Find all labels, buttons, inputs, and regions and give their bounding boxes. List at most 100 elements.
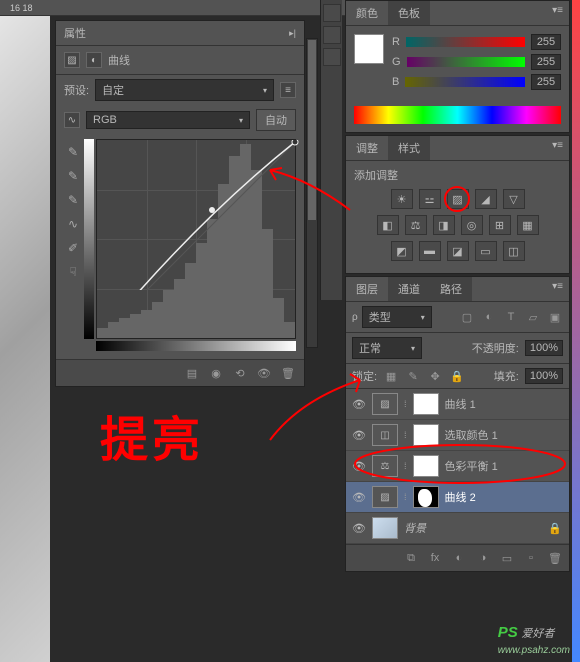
hand-icon[interactable]: ☟: [64, 263, 82, 281]
preset-select[interactable]: 自定 ▾: [95, 79, 274, 101]
adj-thumb: ▨: [372, 486, 398, 508]
visibility-icon[interactable]: 👁: [352, 429, 366, 442]
link-icon: ⁞: [404, 399, 407, 409]
curves-graph[interactable]: [96, 139, 296, 339]
posterize-icon[interactable]: ▬: [419, 241, 441, 261]
auto-button[interactable]: 自动: [256, 109, 296, 131]
panel-menu-icon[interactable]: ▾≡: [546, 277, 569, 301]
filter-pixel-icon[interactable]: ▢: [459, 309, 475, 325]
reset-icon[interactable]: ⟲: [232, 366, 248, 380]
r-slider[interactable]: [406, 37, 525, 47]
channel-select[interactable]: RGB ▾: [86, 111, 250, 129]
panel-menu-icon[interactable]: ▾≡: [546, 136, 569, 160]
vibrance-icon[interactable]: ▽: [503, 189, 525, 209]
tab-swatches[interactable]: 色板: [388, 1, 430, 25]
curves-adj-icon[interactable]: ▨: [447, 189, 469, 209]
dock-icon[interactable]: [323, 26, 341, 44]
collapse-icon[interactable]: ▸|: [289, 28, 296, 39]
trash-icon[interactable]: 🗑: [547, 551, 563, 565]
visibility-icon[interactable]: 👁: [352, 398, 366, 411]
mask-icon[interactable]: ◐: [451, 551, 467, 565]
tab-adjustments[interactable]: 调整: [346, 136, 388, 160]
fill-value[interactable]: 100%: [525, 368, 563, 384]
filter-shape-icon[interactable]: ▱: [525, 309, 541, 325]
layer-row[interactable]: 👁 背景 🔒: [346, 513, 569, 544]
g-label: G: [392, 56, 401, 68]
filter-type-icon[interactable]: T: [503, 309, 519, 325]
layer-row[interactable]: 👁 ⚖ ⁞ 色彩平衡 1: [346, 451, 569, 482]
trash-icon[interactable]: 🗑: [280, 366, 296, 380]
opacity-value[interactable]: 100%: [525, 340, 563, 356]
preset-menu-icon[interactable]: ≡: [280, 82, 296, 98]
curves-tools: ✎ ✎ ✎ ∿ ✐ ☟: [64, 139, 84, 351]
dock-icon[interactable]: [323, 48, 341, 66]
filter-kind-select[interactable]: 类型▾: [362, 306, 432, 328]
lock-all-icon[interactable]: 🔒: [449, 368, 465, 384]
hue-icon[interactable]: ◧: [377, 215, 399, 235]
r-value[interactable]: 255: [531, 34, 561, 50]
visibility-icon[interactable]: 👁: [352, 491, 366, 504]
lock-trans-icon[interactable]: ▦: [383, 368, 399, 384]
exposure-icon[interactable]: ◢: [475, 189, 497, 209]
threshold-icon[interactable]: ◪: [447, 241, 469, 261]
colorlookup-icon[interactable]: ▦: [517, 215, 539, 235]
dock-icon[interactable]: [323, 4, 341, 22]
eyedropper-gray-icon[interactable]: ✎: [64, 167, 82, 185]
adjustments-panel: 调整 样式 ▾≡ 添加调整 ☀ ⚍ ▨ ◢ ▽ ◧ ⚖ ◨ ◎ ⊞ ▦ ◩: [345, 135, 570, 274]
tab-layers[interactable]: 图层: [346, 277, 388, 301]
visibility-icon[interactable]: 👁: [352, 522, 366, 535]
g-slider[interactable]: [407, 57, 525, 67]
new-layer-icon[interactable]: ▫: [523, 551, 539, 565]
curves-editor: ✎ ✎ ✎ ∿ ✐ ☟: [56, 135, 304, 359]
bw-icon[interactable]: ◨: [433, 215, 455, 235]
clip-icon[interactable]: ▤: [184, 366, 200, 380]
lock-pos-icon[interactable]: ✥: [427, 368, 443, 384]
g-value[interactable]: 255: [531, 54, 561, 70]
filter-smart-icon[interactable]: ▣: [547, 309, 563, 325]
panel-menu-icon[interactable]: ▾≡: [546, 1, 569, 25]
edit-points-icon[interactable]: ∿: [64, 215, 82, 233]
mask-thumb[interactable]: [413, 455, 439, 477]
lock-pixels-icon[interactable]: ✎: [405, 368, 421, 384]
filter-adj-icon[interactable]: ◐: [481, 309, 497, 325]
photofilter-icon[interactable]: ◎: [461, 215, 483, 235]
fx-icon[interactable]: fx: [427, 551, 443, 565]
panel-header: ▨ ◐ 曲线: [56, 46, 304, 75]
visibility-icon[interactable]: 👁: [256, 366, 272, 380]
draw-curve-icon[interactable]: ✐: [64, 239, 82, 257]
color-spectrum[interactable]: [354, 106, 561, 124]
layer-row-selected[interactable]: 👁 ▨ ⁞ 曲线 2: [346, 482, 569, 513]
b-value[interactable]: 255: [531, 74, 561, 90]
tab-color[interactable]: 颜色: [346, 1, 388, 25]
gradientmap-icon[interactable]: ▭: [475, 241, 497, 261]
colorbalance-icon[interactable]: ⚖: [405, 215, 427, 235]
tab-channels[interactable]: 通道: [388, 277, 430, 301]
visibility-icon[interactable]: 👁: [352, 460, 366, 473]
image-thumb[interactable]: [372, 517, 398, 539]
mask-thumb[interactable]: [413, 393, 439, 415]
tab-styles[interactable]: 样式: [388, 136, 430, 160]
levels-icon[interactable]: ⚍: [419, 189, 441, 209]
layer-row[interactable]: 👁 ◫ ⁞ 选取颜色 1: [346, 420, 569, 451]
brightness-icon[interactable]: ☀: [391, 189, 413, 209]
selectivecolor-icon[interactable]: ◫: [503, 241, 525, 261]
invert-icon[interactable]: ◩: [391, 241, 413, 261]
panel-scrollbar[interactable]: [306, 38, 318, 348]
eyedropper-white-icon[interactable]: ✎: [64, 191, 82, 209]
mask-thumb[interactable]: [413, 424, 439, 446]
prev-state-icon[interactable]: ◉: [208, 366, 224, 380]
properties-tab[interactable]: 属性 ▸|: [56, 21, 304, 46]
group-icon[interactable]: ▭: [499, 551, 515, 565]
layer-name: 选取颜色 1: [445, 427, 498, 443]
b-slider[interactable]: [405, 77, 525, 87]
lock-icon: 🔒: [547, 520, 563, 536]
mask-thumb[interactable]: [413, 486, 439, 508]
layer-row[interactable]: 👁 ▨ ⁞ 曲线 1: [346, 389, 569, 420]
fg-bg-swatch[interactable]: [354, 34, 384, 64]
channelmixer-icon[interactable]: ⊞: [489, 215, 511, 235]
eyedropper-black-icon[interactable]: ✎: [64, 143, 82, 161]
new-adj-icon[interactable]: ◑: [475, 551, 491, 565]
tab-paths[interactable]: 路径: [430, 277, 472, 301]
link-layers-icon[interactable]: ⧉: [403, 551, 419, 565]
blend-mode-select[interactable]: 正常▾: [352, 337, 422, 359]
